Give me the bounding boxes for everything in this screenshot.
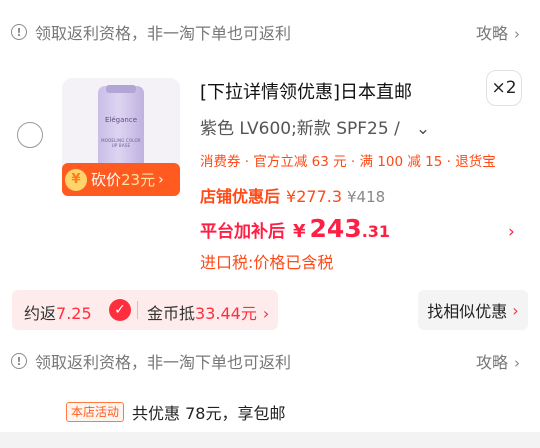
rebate-coin-box[interactable]: 约返7.25 ✓ 金币抵33.44元 › xyxy=(12,290,278,330)
chevron-right-icon: › xyxy=(262,304,270,323)
chevron-right-icon: › xyxy=(514,354,520,372)
sku-text: 紫色 LV600;新款 SPF25 / xyxy=(200,119,400,139)
store-activity-text: 共优惠 78元，享包邮 xyxy=(132,404,286,423)
store-activity[interactable]: 本店活动 共优惠 78元，享包邮 xyxy=(66,400,285,424)
bargain-label: 砍价 xyxy=(91,171,122,189)
find-similar-deals-button[interactable]: 找相似优惠 › xyxy=(418,290,528,330)
promo-line: 消费券 · 官方立减 63 元 · 满 100 减 15 · 退货宝 xyxy=(200,154,496,170)
divider xyxy=(137,301,138,319)
info-icon: ! xyxy=(11,24,27,40)
shop-discount-price: 店铺优惠后 ¥277.3 ¥418 xyxy=(200,187,386,206)
rebate-label: 约返7.25 xyxy=(24,304,92,323)
chevron-right-icon[interactable]: › xyxy=(508,222,515,242)
sku-selector[interactable]: 紫色 LV600;新款 SPF25 / ⌄ xyxy=(200,114,430,139)
final-price[interactable]: 平台加补后 ¥ 243 .31 xyxy=(200,214,390,243)
check-icon: ✓ xyxy=(109,299,131,321)
rebate-notice-bottom[interactable]: ! 领取返利资格，非一淘下单也可返利 攻略 › xyxy=(0,347,540,375)
rebate-notice-top[interactable]: ! 领取返利资格，非一淘下单也可返利 攻略 › xyxy=(0,18,540,46)
select-item-radio[interactable] xyxy=(17,122,43,148)
original-price: ¥418 xyxy=(347,188,386,206)
chevron-right-icon: › xyxy=(158,171,164,188)
strategy-link[interactable]: 攻略 › xyxy=(476,349,520,373)
coupon-coin-icon: ¥ xyxy=(65,168,87,191)
chevron-right-icon: › xyxy=(512,300,519,320)
bargain-badge[interactable]: ¥ 砍价 23元 › xyxy=(62,163,180,196)
coin-deduct-label: 金币抵33.44元 › xyxy=(147,304,270,323)
product-title[interactable]: [下拉详情领优惠]日本直邮 xyxy=(200,78,412,104)
quantity-badge[interactable]: ×2 xyxy=(486,70,522,106)
chevron-down-icon: ⌄ xyxy=(415,119,431,139)
strategy-link[interactable]: 攻略 › xyxy=(476,20,520,44)
import-tax-note: 进口税:价格已含税 xyxy=(200,253,334,272)
notice-text: 领取返利资格，非一淘下单也可返利 xyxy=(35,353,292,372)
bargain-amount: 23元 xyxy=(121,171,156,189)
info-icon: ! xyxy=(11,353,27,369)
store-activity-badge: 本店活动 xyxy=(66,402,125,422)
section-separator xyxy=(0,432,540,448)
notice-text: 领取返利资格，非一淘下单也可返利 xyxy=(35,24,292,43)
chevron-right-icon: › xyxy=(514,25,520,43)
